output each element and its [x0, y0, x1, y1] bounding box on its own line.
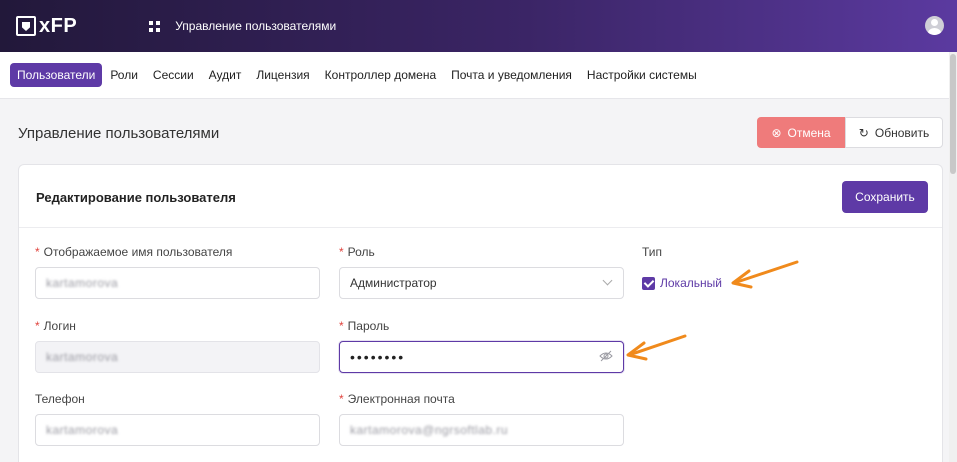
tab-users[interactable]: Пользователи — [10, 63, 103, 87]
logo[interactable]: xFP — [16, 15, 77, 38]
eye-hidden-icon[interactable] — [599, 350, 613, 365]
tab-domain-controller[interactable]: Контроллер домена — [318, 63, 443, 87]
scrollbar-thumb[interactable] — [950, 54, 956, 174]
apps-grid-icon[interactable] — [149, 20, 161, 32]
tab-system-settings[interactable]: Настройки системы — [580, 63, 704, 87]
phone-label: Телефон — [35, 392, 85, 406]
card-title: Редактирование пользователя — [36, 190, 236, 205]
tab-roles[interactable]: Роли — [103, 63, 145, 87]
phone-input[interactable]: kartamorova — [35, 414, 320, 446]
email-input[interactable]: kartamorova@ngrsoftlab.ru — [339, 414, 624, 446]
refresh-button-label: Обновить — [874, 125, 930, 140]
email-label: * Электронная почта — [339, 392, 455, 406]
local-checkbox[interactable]: Локальный — [642, 276, 722, 290]
app-title: Управление пользователями — [175, 19, 337, 33]
tab-sessions[interactable]: Сессии — [146, 63, 201, 87]
refresh-button[interactable]: ↻ Обновить — [845, 117, 943, 148]
card-header: Редактирование пользователя Сохранить — [19, 165, 942, 228]
cancel-circle-icon: ⊗ — [771, 125, 782, 140]
role-select[interactable]: Администратор — [339, 267, 624, 299]
cancel-button[interactable]: ⊗ Отмена — [757, 117, 845, 148]
tab-mail-notifications[interactable]: Почта и уведомления — [444, 63, 579, 87]
login-label: * Логин — [35, 319, 76, 333]
top-header: xFP Управление пользователями — [0, 0, 957, 52]
page-scrollbar[interactable] — [949, 52, 957, 462]
refresh-icon: ↻ — [858, 125, 869, 140]
shield-icon — [16, 16, 36, 36]
login-input[interactable]: kartamorova — [35, 341, 320, 373]
display-name-input[interactable]: kartamorova — [35, 267, 320, 299]
tab-audit[interactable]: Аудит — [202, 63, 249, 87]
display-name-label: * Отображаемое имя пользователя — [35, 245, 233, 259]
password-input[interactable]: •••••••• — [339, 341, 624, 373]
local-checkbox-label: Локальный — [660, 276, 722, 290]
cancel-button-label: Отмена — [787, 125, 831, 140]
save-button[interactable]: Сохранить — [842, 181, 928, 213]
tab-license[interactable]: Лицензия — [249, 63, 316, 87]
password-label: * Пароль — [339, 319, 390, 333]
main-nav: Пользователи Роли Сессии Аудит Лицензия … — [0, 52, 949, 99]
role-label: * Роль — [339, 245, 375, 259]
page-title: Управление пользователями — [18, 125, 220, 142]
chevron-down-icon — [602, 275, 613, 286]
user-avatar-icon[interactable] — [925, 16, 944, 35]
type-label: Тип — [642, 245, 663, 259]
checkbox-checked-icon[interactable] — [642, 276, 655, 290]
logo-text: xFP — [39, 14, 78, 37]
